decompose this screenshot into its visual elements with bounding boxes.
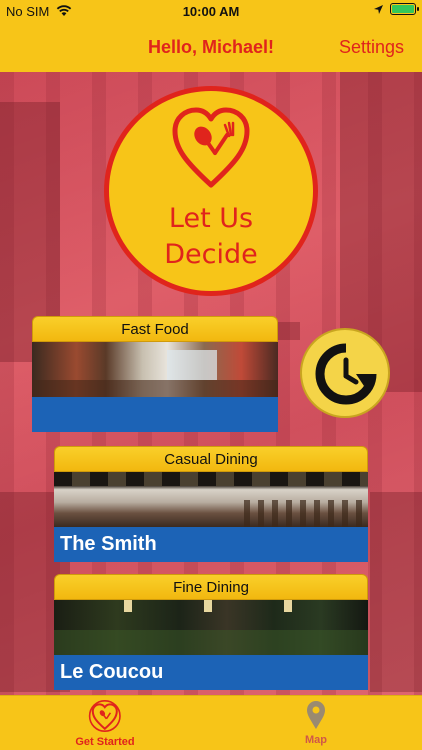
status-time: 10:00 AM — [182, 4, 240, 19]
tab-map[interactable]: Map — [266, 700, 366, 746]
nav-bar: Hello, Michael! Settings — [0, 22, 422, 72]
location-arrow-icon — [374, 4, 383, 14]
tab-label: Get Started — [75, 736, 135, 748]
decide-label-line2: Decide — [164, 239, 258, 270]
card-fine-dining[interactable]: Fine Dining Le Coucou — [54, 574, 368, 690]
heart-fork-spoon-icon — [88, 700, 121, 732]
card-fast-food[interactable]: Fast Food — [32, 316, 278, 432]
card-category-label: Fine Dining — [54, 574, 368, 600]
restaurant-name: The Smith — [54, 527, 368, 562]
decide-label-line1: Let Us — [168, 203, 254, 234]
tab-get-started[interactable]: Get Started — [55, 700, 155, 748]
restaurant-photo — [54, 600, 368, 655]
restaurant-name: Le Coucou — [54, 655, 368, 690]
clock-refresh-icon — [315, 343, 377, 405]
card-category-label: Casual Dining — [54, 446, 368, 472]
let-us-decide-button[interactable]: Let Us Decide — [104, 86, 318, 296]
restaurant-photo — [54, 472, 368, 527]
tab-bar: Get Started Map — [0, 695, 422, 750]
status-bar: No SIM 10:00 AM — [0, 0, 422, 22]
history-clock-button[interactable] — [300, 328, 390, 418]
heart-fork-spoon-icon — [172, 107, 250, 188]
restaurant-name — [32, 397, 278, 432]
card-category-label: Fast Food — [32, 316, 278, 342]
map-pin-icon — [307, 701, 325, 729]
restaurant-photo — [32, 342, 278, 397]
card-casual-dining[interactable]: Casual Dining The Smith — [54, 446, 368, 562]
battery-icon — [390, 3, 419, 15]
settings-button[interactable]: Settings — [339, 37, 404, 58]
tab-label: Map — [305, 734, 327, 746]
